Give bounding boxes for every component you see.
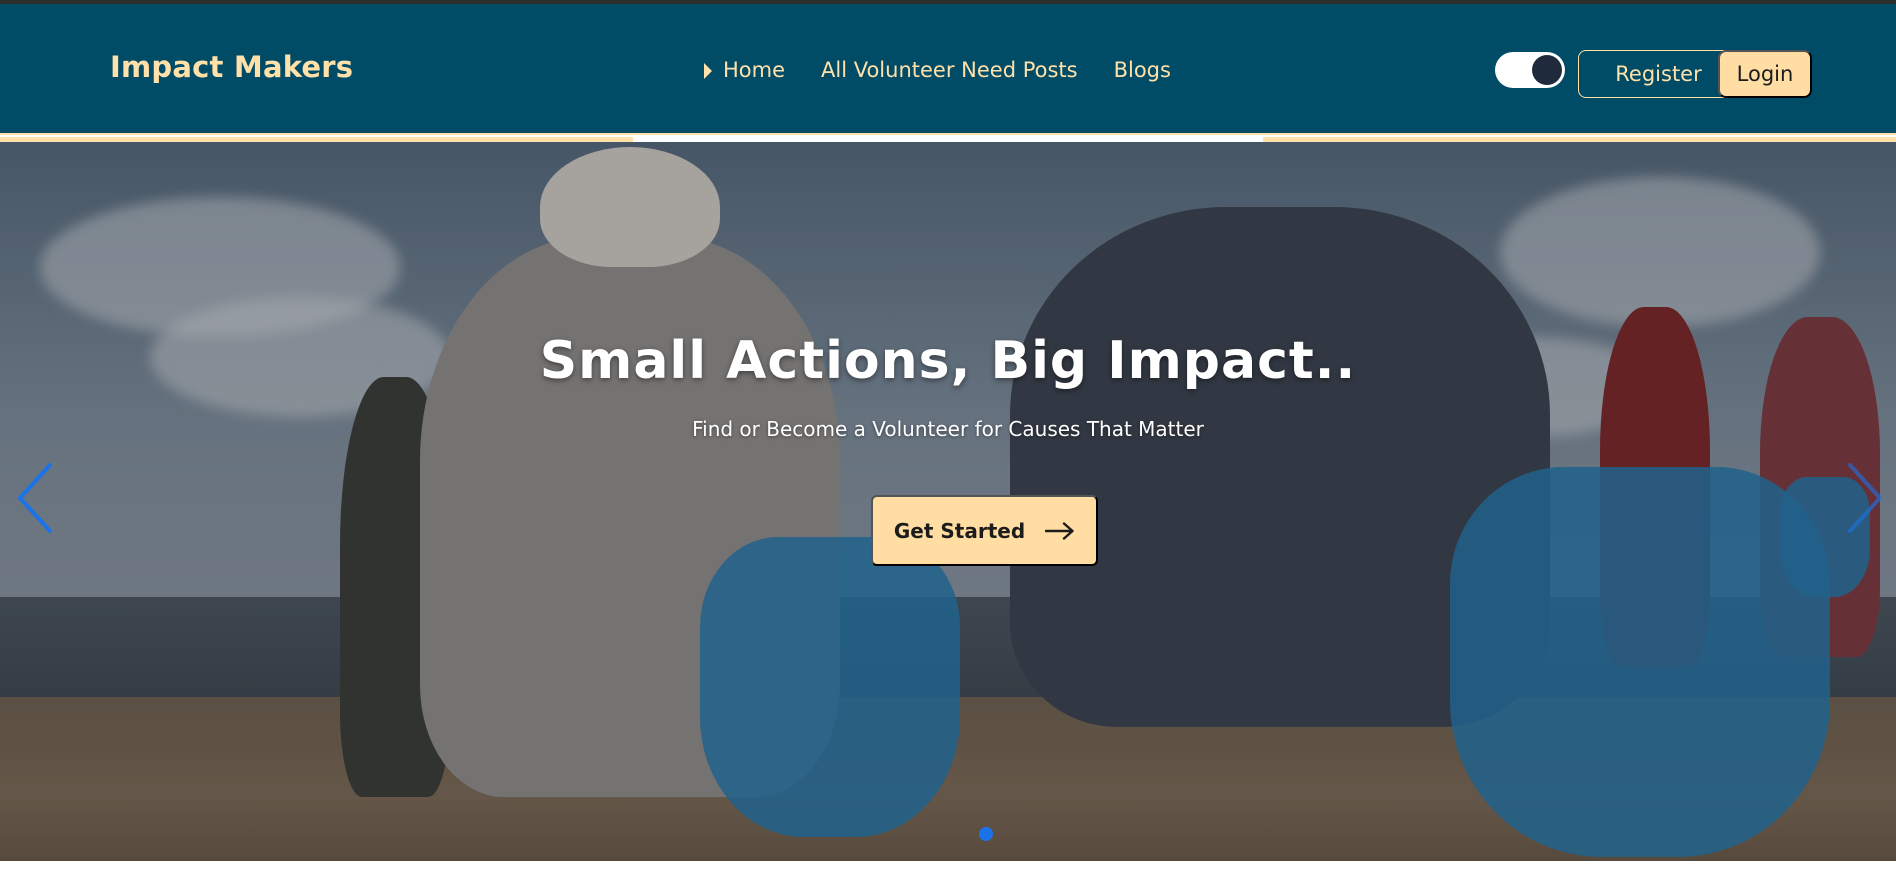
navbar: Impact Makers Home All Volunteer Need Po… (0, 4, 1896, 135)
nav-link-blogs-label: Blogs (1113, 58, 1171, 82)
hero-subtitle: Find or Become a Volunteer for Causes Th… (692, 417, 1204, 441)
nav-link-volunteer-posts-label: All Volunteer Need Posts (821, 58, 1078, 82)
carousel-next-button[interactable] (1842, 461, 1886, 535)
hero-title: Small Actions, Big Impact.. (539, 331, 1357, 391)
slide-progress-active (633, 137, 1263, 142)
nav-link-blogs[interactable]: Blogs (1114, 58, 1171, 82)
get-started-label: Get Started (893, 518, 1026, 543)
hero-carousel: Small Actions, Big Impact.. Find or Beco… (0, 137, 1896, 861)
carousel-prev-button[interactable] (14, 461, 58, 535)
theme-toggle[interactable] (1495, 52, 1565, 88)
nav-links: Home All Volunteer Need Posts Blogs (704, 58, 1171, 82)
arrow-right-icon (1045, 521, 1074, 540)
nav-link-volunteer-posts[interactable]: All Volunteer Need Posts (821, 58, 1078, 82)
nav-link-home-label: Home (723, 58, 786, 82)
register-button[interactable]: Register (1578, 50, 1739, 98)
get-started-button[interactable]: Get Started (871, 495, 1098, 566)
brand-logo[interactable]: Impact Makers (110, 50, 353, 84)
nav-link-home[interactable]: Home (704, 58, 785, 82)
caret-right-icon (704, 62, 712, 79)
chevron-left-icon (18, 463, 52, 533)
login-button[interactable]: Login (1718, 50, 1812, 98)
carousel-dot-active[interactable] (979, 827, 993, 841)
theme-toggle-knob (1532, 55, 1562, 85)
chevron-right-icon (1848, 463, 1882, 533)
